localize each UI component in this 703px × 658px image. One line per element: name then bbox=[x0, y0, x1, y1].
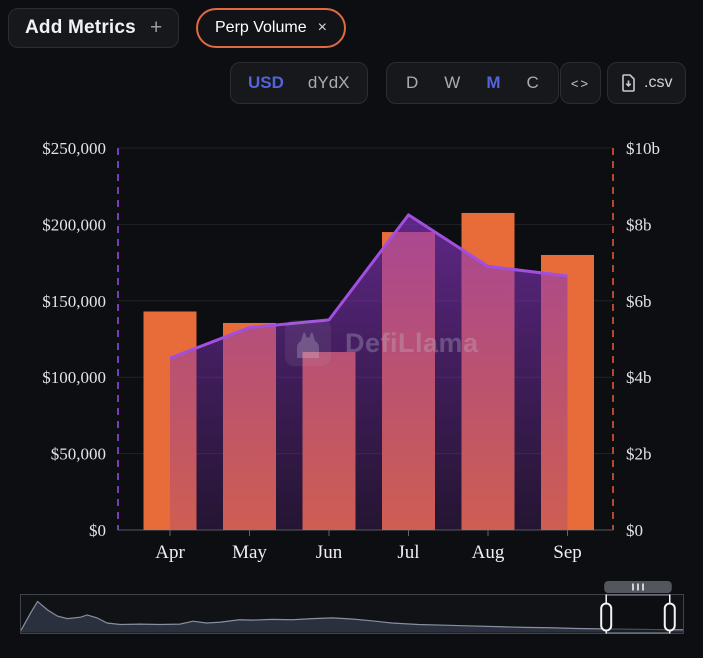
interval-toggle-group[interactable]: DWMC bbox=[386, 62, 559, 104]
currency-toggle-group[interactable]: USD dYdX bbox=[230, 62, 368, 104]
data-zoom-slider[interactable] bbox=[0, 578, 703, 656]
plus-icon: + bbox=[149, 16, 163, 39]
svg-text:$4b: $4b bbox=[626, 368, 652, 387]
interval-option-d[interactable]: D bbox=[406, 73, 418, 93]
svg-text:$250,000: $250,000 bbox=[42, 139, 106, 158]
currency-option-usd[interactable]: USD bbox=[248, 73, 284, 93]
grip-icon bbox=[641, 583, 644, 591]
grip-icon bbox=[631, 583, 634, 591]
svg-text:Aug: Aug bbox=[472, 542, 505, 563]
grip-icon bbox=[636, 583, 639, 591]
interval-option-w[interactable]: W bbox=[444, 73, 460, 93]
code-icon: <> bbox=[570, 75, 591, 91]
svg-text:$200,000: $200,000 bbox=[42, 215, 106, 234]
left-axis-labels: $0 $50,000 $100,000 $150,000 $200,000 $250,00… bbox=[42, 139, 106, 540]
svg-text:$50,000: $50,000 bbox=[51, 445, 106, 464]
add-metrics-label: Add Metrics bbox=[25, 17, 136, 38]
interval-option-m[interactable]: M bbox=[486, 73, 500, 93]
svg-text:$150,000: $150,000 bbox=[42, 292, 106, 311]
add-metrics-button[interactable]: Add Metrics + bbox=[8, 8, 180, 48]
svg-text:$10b: $10b bbox=[626, 139, 660, 158]
interval-option-c[interactable]: C bbox=[527, 73, 539, 93]
right-axis-labels: $0 $2b $4b $6b $8b $10b bbox=[626, 139, 660, 540]
currency-option-dydx[interactable]: dYdX bbox=[308, 73, 350, 93]
left-brush-handle[interactable] bbox=[600, 602, 613, 632]
svg-text:$0: $0 bbox=[89, 521, 106, 540]
close-icon[interactable]: × bbox=[318, 19, 327, 37]
metric-pill-perp-volume[interactable]: Perp Volume × bbox=[196, 8, 346, 48]
file-download-icon bbox=[622, 74, 635, 92]
svg-text:$8b: $8b bbox=[626, 215, 652, 234]
svg-text:$6b: $6b bbox=[626, 292, 652, 311]
svg-text:$100,000: $100,000 bbox=[42, 368, 106, 387]
svg-text:$2b: $2b bbox=[626, 445, 652, 464]
embed-code-button[interactable]: <> bbox=[560, 62, 601, 104]
x-axis-labels: Apr May Jun Jul Aug Sep bbox=[155, 530, 582, 563]
svg-text:$0: $0 bbox=[626, 521, 643, 540]
svg-text:Apr: Apr bbox=[155, 542, 185, 563]
perp-volume-chart[interactable]: DefiLlama $0 $50,000 $100,000 $150,000 $200,0… bbox=[0, 130, 703, 578]
svg-text:Sep: Sep bbox=[553, 542, 582, 563]
right-brush-handle[interactable] bbox=[663, 602, 676, 632]
metric-pill-label: Perp Volume bbox=[215, 19, 307, 36]
svg-text:Jun: Jun bbox=[316, 542, 343, 563]
svg-text:DefiLlama: DefiLlama bbox=[345, 328, 479, 358]
svg-text:Jul: Jul bbox=[397, 542, 419, 563]
download-csv-button[interactable]: .csv bbox=[607, 62, 687, 104]
brush-selection[interactable] bbox=[605, 594, 671, 634]
svg-text:May: May bbox=[232, 542, 267, 563]
csv-label: .csv bbox=[644, 74, 673, 91]
